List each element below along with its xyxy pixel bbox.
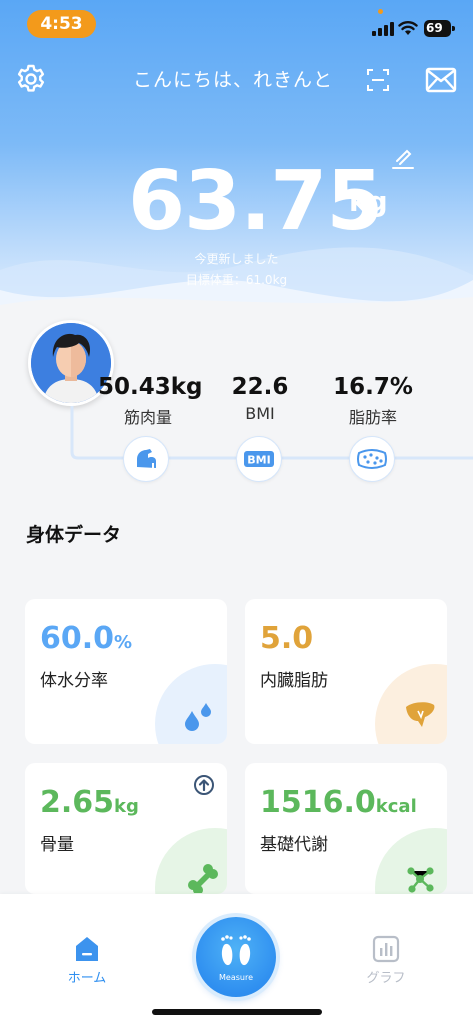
weight-value: 63.75	[128, 154, 383, 249]
tab-home[interactable]: ホーム	[55, 934, 119, 986]
scan-icon[interactable]	[366, 68, 390, 92]
bone-unit: kg	[114, 796, 139, 817]
card-value: 1516.0kcal	[260, 785, 417, 820]
fat-icon-circle[interactable]	[349, 436, 395, 482]
bmi-badge-icon: BMI	[244, 451, 274, 467]
target-weight-text: 目標体重：61.0kg	[185, 273, 288, 287]
last-updated-text: 今更新しました	[194, 252, 279, 266]
arrow-up-circle-icon[interactable]	[193, 774, 215, 796]
status-bar: 4:53 69	[0, 0, 473, 48]
bone-icon	[188, 864, 218, 893]
cellular-signal-icon	[372, 22, 394, 36]
card-basal-metabolism[interactable]: 1516.0kcal 基礎代謝	[245, 763, 447, 894]
card-value: 2.65kg	[40, 785, 139, 820]
settings-gear-icon[interactable]	[15, 63, 47, 95]
card-body-water[interactable]: 60.0% 体水分率	[25, 599, 227, 744]
tab-graph-label: グラフ	[366, 971, 406, 986]
water-value: 60.0	[40, 621, 115, 656]
wifi-icon	[398, 21, 418, 35]
hero-header: 4:53 69 こんにちは、れきんと 63.75 kg 今更新しました 目標体重…	[0, 0, 473, 320]
mail-icon[interactable]	[425, 67, 457, 93]
metric-bmi[interactable]: 22.6 BMI	[210, 374, 310, 423]
measure-label: Measure	[219, 973, 253, 982]
home-icon	[76, 937, 98, 961]
body-data-title: 身体データ	[26, 524, 122, 546]
water-drops-icon	[185, 703, 211, 731]
bmr-unit: kcal	[375, 796, 417, 817]
card-value: 60.0%	[40, 621, 132, 656]
bmr-value: 1516.0	[260, 785, 376, 820]
privacy-indicator-dot	[378, 9, 383, 14]
card-bone-mass[interactable]: 2.65kg 骨量	[25, 763, 227, 894]
bmr-label: 基礎代謝	[260, 835, 328, 855]
tab-home-label: ホーム	[67, 971, 107, 986]
wave-decoration-base	[0, 297, 473, 320]
graph-icon	[372, 935, 400, 963]
home-indicator[interactable]	[152, 1009, 322, 1015]
muscle-arm-icon	[137, 449, 156, 469]
weight-unit: kg	[349, 185, 388, 218]
bone-label: 骨量	[40, 835, 74, 855]
water-label: 体水分率	[40, 671, 108, 691]
muscle-label: 筋肉量	[123, 408, 172, 427]
bone-value: 2.65	[40, 785, 115, 820]
card-visceral-fat[interactable]: 5.0 内臓脂肪	[245, 599, 447, 744]
water-unit: %	[114, 632, 133, 653]
bmi-icon-text: BMI	[247, 454, 270, 467]
muscle-icon-circle[interactable]	[123, 436, 169, 482]
liver-icon	[406, 702, 435, 727]
bmi-value: 22.6	[231, 374, 289, 400]
edit-pencil-icon[interactable]	[391, 146, 415, 170]
card-value: 5.0	[260, 621, 313, 656]
metric-fat[interactable]: 16.7% 脂肪率	[318, 374, 428, 428]
footprints-icon	[221, 935, 251, 966]
status-time: 4:53	[27, 10, 96, 38]
fat-value: 16.7%	[333, 374, 413, 400]
fat-cells-icon	[357, 449, 387, 469]
visceral-value: 5.0	[260, 621, 314, 656]
measure-button[interactable]: Measure	[196, 917, 276, 997]
metric-muscle[interactable]: 50.43kg 筋肉量	[98, 374, 203, 428]
greeting-text: こんにちは、れきんと	[133, 69, 334, 91]
molecule-icon	[407, 867, 434, 893]
bmi-icon-circle[interactable]: BMI	[236, 436, 282, 482]
fat-label: 脂肪率	[348, 408, 397, 427]
visceral-label: 内臓脂肪	[260, 671, 328, 691]
battery-indicator: 69	[424, 20, 455, 37]
tab-graph[interactable]: グラフ	[354, 934, 418, 986]
bmi-label: BMI	[245, 404, 275, 423]
muscle-value: 50.43kg	[98, 374, 203, 400]
